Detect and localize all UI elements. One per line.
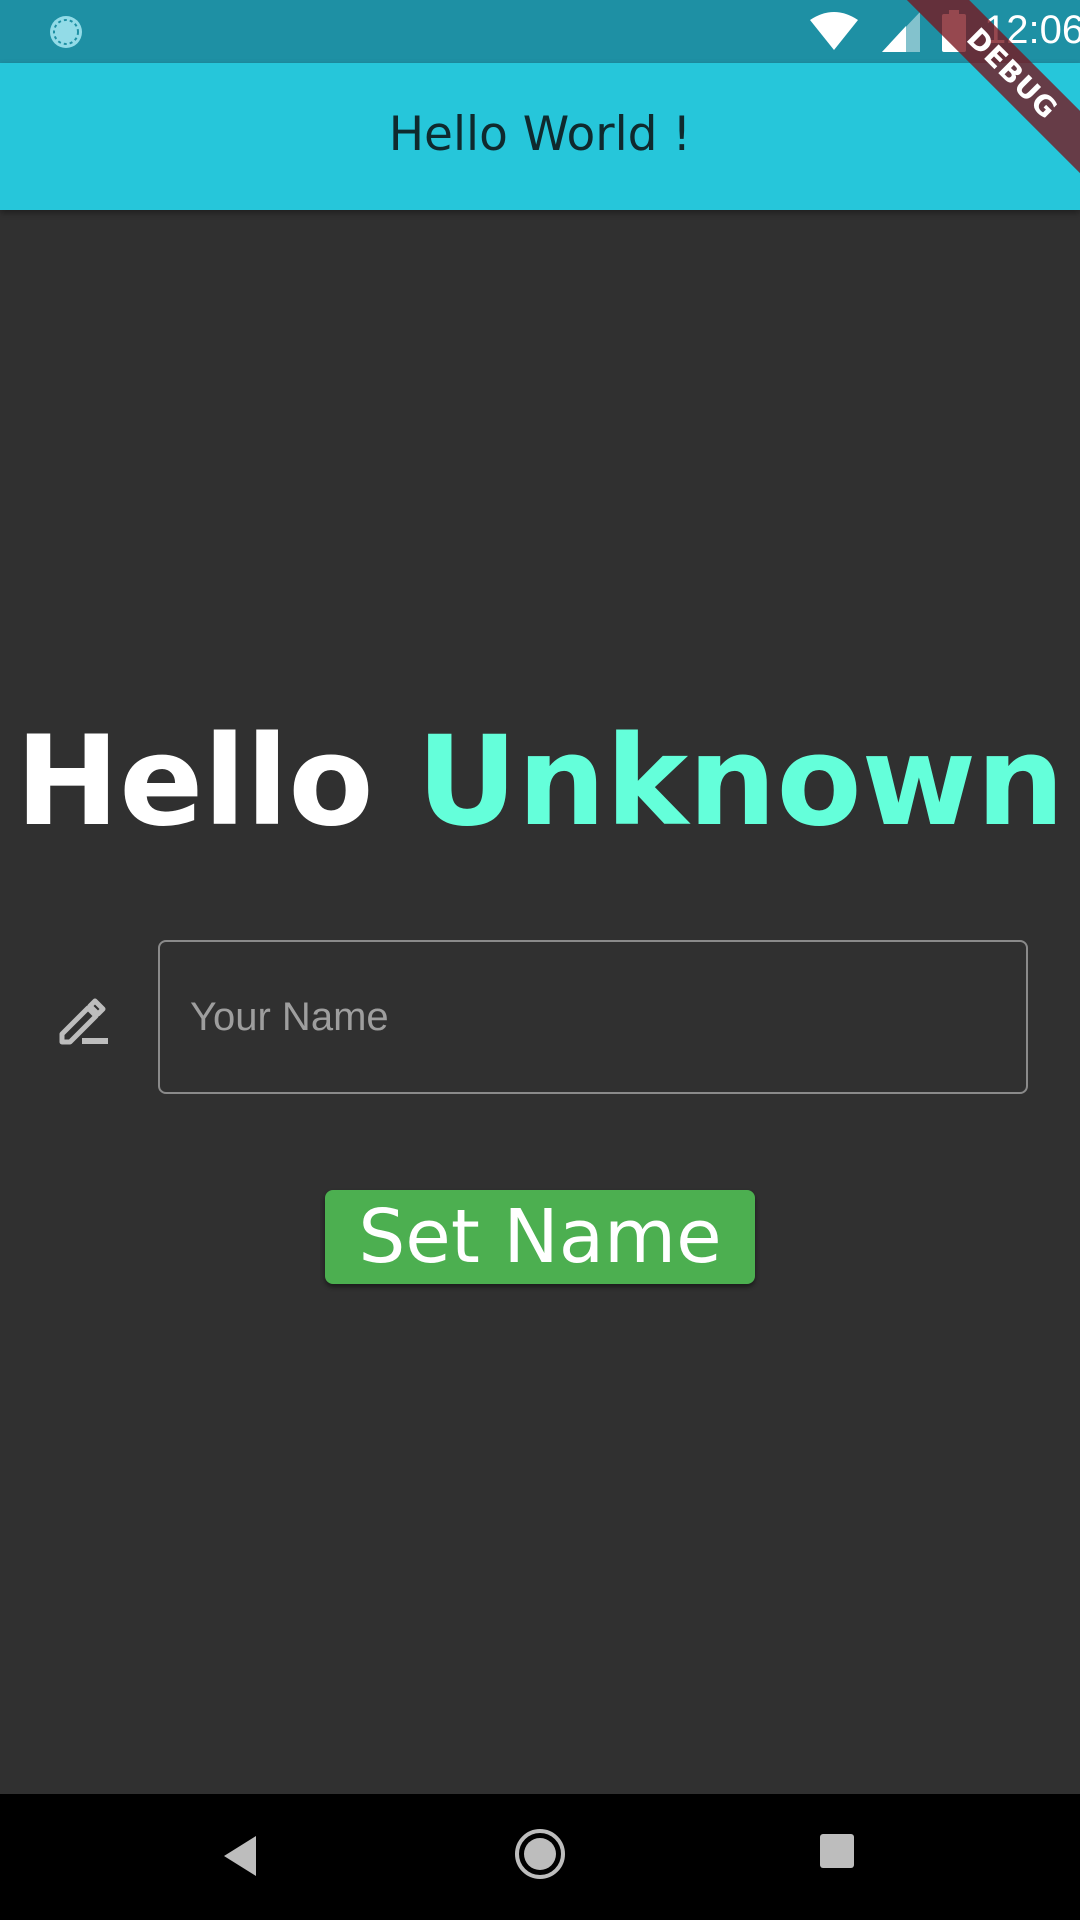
status-icons: 12:06: [660, 0, 1080, 63]
greeting-name-text: Unknown: [416, 710, 1065, 854]
home-icon[interactable]: [514, 1828, 566, 1880]
loading-circle-icon: [50, 16, 82, 48]
pencil-icon: [59, 998, 108, 1045]
back-icon[interactable]: [222, 1834, 258, 1878]
wifi-icon: [810, 12, 858, 50]
set-name-button[interactable]: Set Name: [325, 1190, 755, 1284]
app-bar: Hello World !: [0, 63, 1080, 210]
battery-icon: [942, 10, 966, 52]
recents-icon[interactable]: [820, 1834, 854, 1868]
navigation-bar: [0, 1794, 1080, 1920]
name-input[interactable]: [160, 942, 1026, 1092]
name-field: [158, 940, 1028, 1094]
greeting-hello-text: Hello: [15, 710, 374, 854]
greeting-heading: Hello Unknown: [0, 712, 1080, 852]
signal-icon: [882, 12, 920, 52]
app-screen: 12:06 Hello World ! DEBUG Hello Unknown …: [0, 0, 1080, 1920]
status-bar: 12:06: [0, 0, 1080, 63]
app-title: Hello World !: [388, 107, 692, 162]
status-time: 12:06: [984, 8, 1080, 52]
